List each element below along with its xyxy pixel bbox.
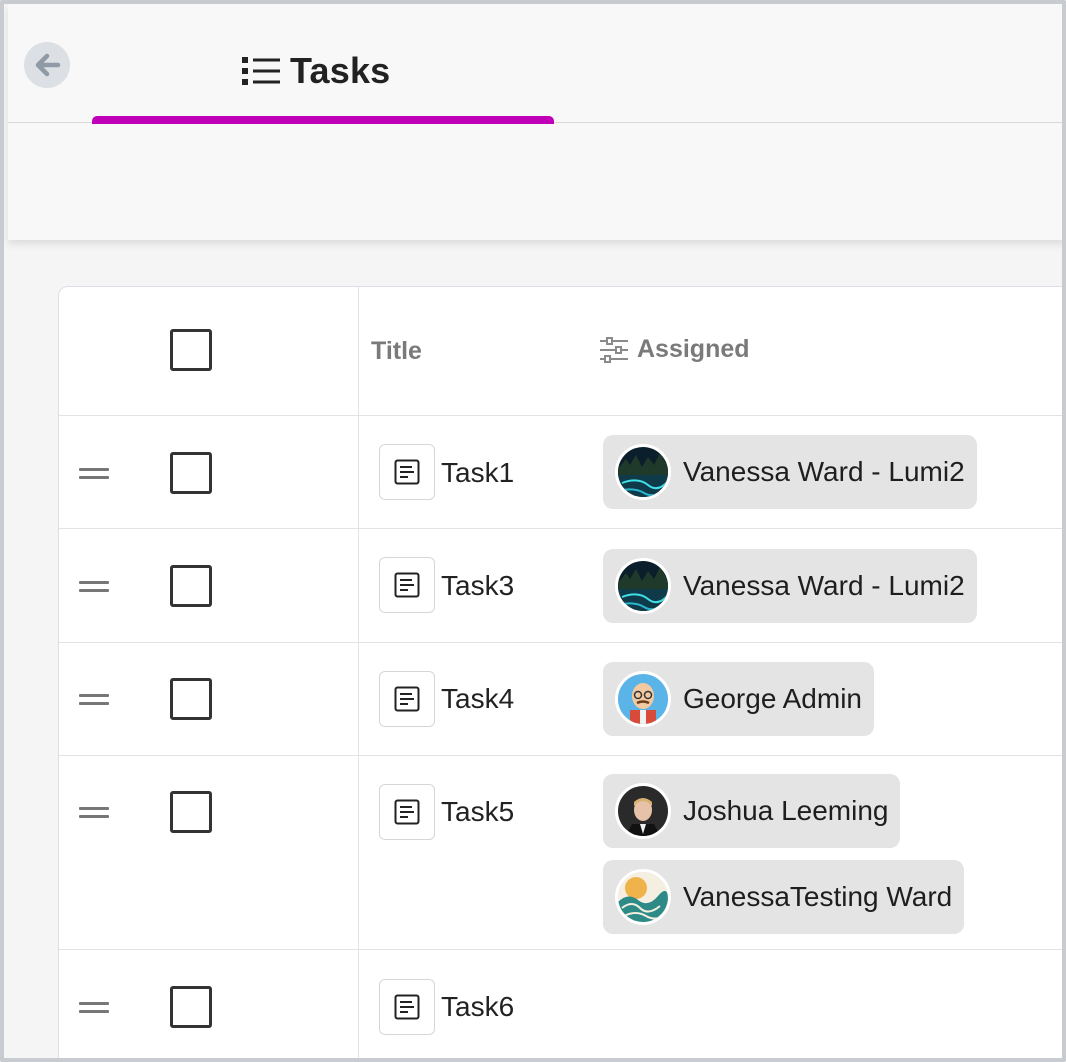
drag-handle-icon[interactable] (79, 807, 109, 819)
assignee-name: Joshua Leeming (683, 795, 889, 826)
select-all-checkbox[interactable] (170, 329, 212, 371)
app-window: Tasks Title Assigned Task1 Vanessa Ward … (0, 0, 1066, 1062)
row-checkbox[interactable] (170, 791, 212, 833)
tasks-table: Title Assigned Task1 Vanessa Ward - Lumi… (58, 286, 1062, 1058)
assignee-chip[interactable]: Vanessa Ward - Lumi2 (603, 435, 977, 509)
row-checkbox[interactable] (170, 678, 212, 720)
open-task-button[interactable] (379, 979, 435, 1035)
table-row[interactable]: Task4 George Admin (59, 643, 1062, 756)
table-row[interactable]: Task1 Vanessa Ward - Lumi2 (59, 416, 1062, 529)
column-header-title[interactable]: Title (371, 337, 422, 366)
assignee-chip[interactable]: VanessaTesting Ward (603, 860, 965, 934)
tab-bar: Tasks (8, 4, 1062, 124)
task-title[interactable]: Task5 (441, 796, 514, 828)
drag-handle-icon[interactable] (79, 468, 109, 480)
document-icon (394, 994, 420, 1020)
assignee-name: VanessaTesting Ward (683, 881, 953, 912)
document-icon (394, 572, 420, 598)
assignee-chip[interactable]: Joshua Leeming (603, 774, 901, 848)
tab-label: Tasks (290, 50, 391, 91)
drag-handle-icon[interactable] (79, 694, 109, 706)
assignee-chip[interactable]: George Admin (603, 662, 874, 736)
assignee-name: George Admin (683, 683, 862, 714)
task-title[interactable]: Task6 (441, 991, 514, 1023)
sliders-icon (600, 336, 628, 363)
drag-handle-icon[interactable] (79, 581, 109, 593)
wave-art-avatar (615, 869, 671, 925)
cartoon-man-avatar (615, 671, 671, 727)
table-row[interactable]: Task6 (59, 950, 1062, 1058)
table-row[interactable]: Task5 Joshua Leeming VanessaTesting Ward (59, 756, 1062, 950)
task-title[interactable]: Task4 (441, 683, 514, 715)
tab-tasks[interactable]: Tasks (92, 4, 554, 124)
open-task-button[interactable] (379, 557, 435, 613)
task-title[interactable]: Task3 (441, 570, 514, 602)
table-row[interactable]: Task3 Vanessa Ward - Lumi2 (59, 529, 1062, 643)
assignee-name: Vanessa Ward - Lumi2 (683, 570, 965, 601)
column-header-assigned-label: Assigned (637, 335, 750, 363)
portrait-avatar (615, 783, 671, 839)
back-button[interactable] (24, 42, 70, 88)
document-icon (394, 799, 420, 825)
table-header-row: Title Assigned (59, 287, 1062, 416)
row-checkbox[interactable] (170, 452, 212, 494)
list-icon (242, 57, 280, 85)
open-task-button[interactable] (379, 444, 435, 500)
document-icon (394, 459, 420, 485)
row-checkbox[interactable] (170, 565, 212, 607)
drag-handle-icon[interactable] (79, 1002, 109, 1014)
open-task-button[interactable] (379, 671, 435, 727)
open-task-button[interactable] (379, 784, 435, 840)
task-title[interactable]: Task1 (441, 457, 514, 489)
assignee-name: Vanessa Ward - Lumi2 (683, 456, 965, 487)
document-icon (394, 686, 420, 712)
assignee-chip[interactable]: Vanessa Ward - Lumi2 (603, 549, 977, 623)
active-tab-indicator (92, 116, 554, 124)
row-checkbox[interactable] (170, 986, 212, 1028)
night-lake-avatar (615, 558, 671, 614)
arrow-left-icon (35, 53, 61, 77)
night-lake-avatar (615, 444, 671, 500)
column-header-assigned[interactable]: Assigned (599, 335, 750, 364)
